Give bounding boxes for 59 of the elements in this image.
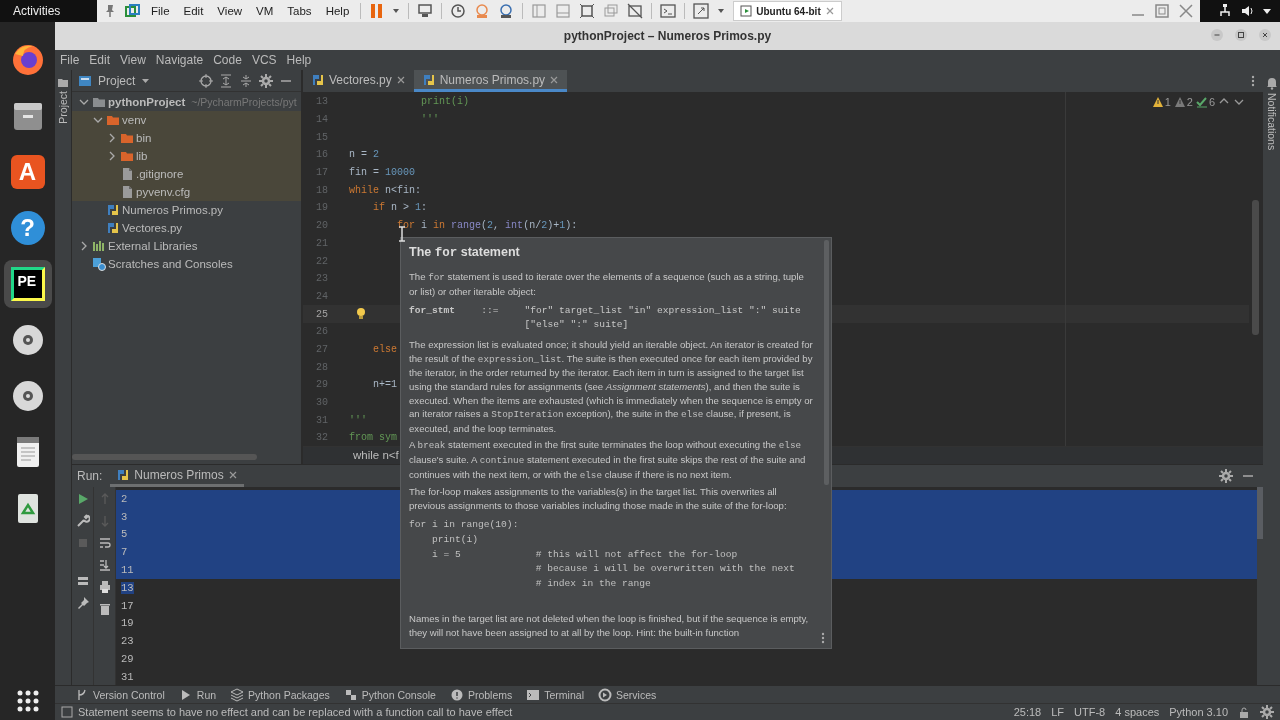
output-line: 17 [121,599,134,612]
line-number: 23 [315,273,328,285]
code-line: while n<fin: [349,184,422,196]
line-number: 16 [315,149,328,161]
line-number: 15 [315,131,328,143]
line-number: 24 [315,290,328,302]
output-line: 7 [121,546,128,559]
paragraph: The for-loop makes assignments to the variables(s) in the target list. This overwrites all previous assignments to those variables including those made in the suite of the for-loop: [409,485,788,513]
app-logo: PE [10,267,45,301]
line-number: 21 [315,237,328,249]
status-message: Statement seems to have no effect and can be replaced with a function call to have effect [78,706,513,718]
code-line: if n > 1: [372,202,428,214]
issue-count: 1 [1164,96,1171,108]
code-line: for i in range(2, int(n/2)+1): [396,220,578,232]
paragraph: The expression list is evaluated once; it should yield an iterable object. An iterator is created for the result of the expression_list. The suite is then executed once for each item provided by the iterator, in the order returned by the iterator. Each item in turn is assigned to the target list using the standard rules for assignments (see Assignment statements), and then the suite is executed. When the items are exhausted (which is immediately when the sequence is empty or an iterator raises a StopIteration exception), the suite in the else clause, if present, is executed, and the loop terminates. [409,338,814,436]
output-line: 23 [121,635,134,648]
paragraph: Names in the target list are not deleted when the loop is finished, but if the sequence is empty, they will not have been assigned to at all by the loop. Hint: the built-in function [409,612,810,640]
paragraph: The for statement is used to iterate over the elements of a sequence (such as a string, tuple or list) or other iterable object: [409,270,805,299]
code-line: n+=1 [372,379,397,391]
paragraph: A break statement executed in the first suite terminates the loop without executing the else clause's suite. A continue statement executed in the first suite skips the rest of the suite and continues with the next item, or with the else clause if there is no next item. [409,438,807,483]
grammar-rule: for_stmt ::= "for" target_list "in" expression_list ":" suite ["else" ":" suite] [409,304,802,333]
project-path: ~/PycharmProjects/pyt [191,96,297,108]
line-number: 30 [315,397,328,409]
output-line: 29 [121,653,134,666]
output-line: 2 [121,492,128,505]
code-line: ''' [420,114,439,126]
code-line: ''' [349,414,367,426]
output-line: 19 [121,617,134,630]
line-number: 29 [315,379,328,391]
line-number: 26 [315,326,328,338]
app-logo: ? [10,211,45,245]
line-number: 19 [315,202,328,214]
code-line: print(i) [420,96,470,108]
line-number: 17 [315,167,328,179]
code-line: n = 2 [349,149,380,161]
line-number: 28 [315,361,328,373]
popup-title: The for statement [409,245,521,260]
app-logo: A [10,155,45,189]
panel-label: Run: [77,469,103,483]
line-number: 25 [315,308,328,320]
issue-count: 2 [1186,96,1193,108]
code-example: for i in range(10): print(i) i = 5 # this will not affect the for-loop # because i will be overwritten with the next # index in the range [409,518,796,591]
output-line: 11 [121,564,134,577]
line-number: 27 [315,343,328,355]
line-number: 32 [315,432,328,444]
line-number: 31 [315,414,328,426]
line-number: 20 [315,220,328,232]
window-title: pythonProject – Numeros Primos.py [563,29,772,43]
output-line: 5 [121,528,128,541]
issue-count: 6 [1208,96,1215,108]
output-line: 31 [121,670,134,683]
line-number: 22 [315,255,328,267]
output-line: 3 [121,510,128,523]
code-line: else [372,343,397,355]
code-line: from sym [349,432,397,444]
line-number: 18 [315,184,328,196]
line-number: 13 [315,96,328,108]
code-line: fin = 10000 [349,167,416,179]
line-number: 14 [315,114,328,126]
